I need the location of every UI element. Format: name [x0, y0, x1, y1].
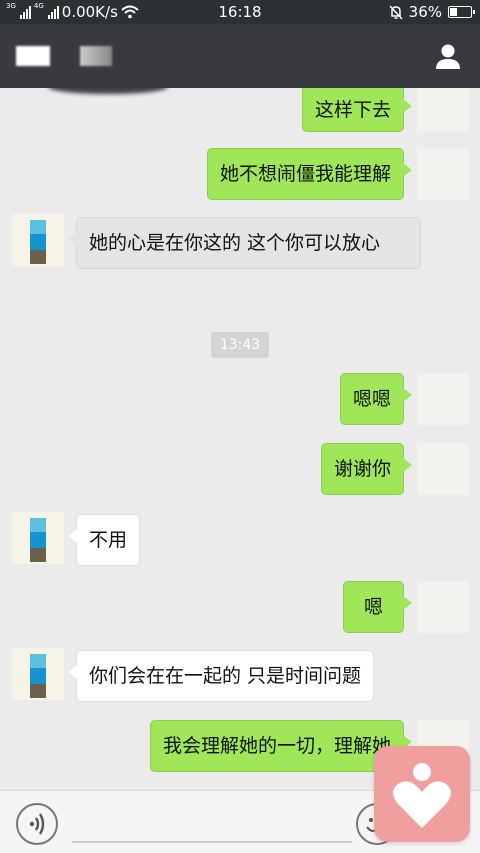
voice-button[interactable] [16, 803, 58, 845]
chat-area[interactable]: 这样下去 她不想闹僵我能理解 她的心是在你这的 这个你可以放心 13:43 嗯嗯… [0, 88, 480, 790]
floating-heart-button[interactable] [374, 746, 470, 842]
status-bar: 3G 4G 0.00K/s 16:18 36% [0, 0, 480, 24]
contact-avatar[interactable] [12, 648, 64, 700]
my-avatar[interactable] [417, 148, 469, 200]
my-avatar[interactable] [417, 581, 469, 633]
voice-icon [29, 813, 45, 835]
message-bubble[interactable]: 她的心是在你这的 这个你可以放心 [68, 217, 421, 269]
my-avatar[interactable] [417, 88, 469, 132]
contact-avatar[interactable] [12, 512, 64, 564]
message-bubble[interactable]: 你们会在在一起的 只是时间问题 [67, 650, 375, 702]
person-icon[interactable] [434, 42, 462, 70]
message-bubble[interactable]: 她不想闹僵我能理解 [206, 148, 413, 200]
chat-timestamp: 13:43 [211, 332, 269, 358]
message-bubble[interactable]: 不用 [67, 514, 141, 566]
my-avatar[interactable] [417, 443, 469, 495]
battery-fill [450, 8, 457, 16]
heart-icon [393, 763, 451, 828]
message-bubble[interactable]: 嗯嗯 [339, 373, 413, 425]
message-input[interactable] [72, 841, 352, 843]
chat-title-bar [0, 24, 480, 88]
my-avatar[interactable] [417, 373, 469, 425]
chat-title-blurred [80, 46, 112, 66]
scrolled-avatar-shadow [48, 88, 168, 94]
message-bubble[interactable]: 这样下去 [301, 88, 413, 132]
message-bubble[interactable]: 嗯 [342, 581, 413, 633]
message-bubble[interactable]: 我会理解她的一切，理解她 [149, 720, 413, 772]
status-right: 36% [389, 3, 475, 21]
message-bubble[interactable]: 谢谢你 [320, 443, 413, 495]
battery-percent: 36% [408, 3, 442, 21]
back-button[interactable] [16, 46, 50, 66]
mute-bell-icon [389, 4, 403, 20]
contact-avatar[interactable] [12, 214, 64, 266]
battery-icon [448, 6, 475, 18]
